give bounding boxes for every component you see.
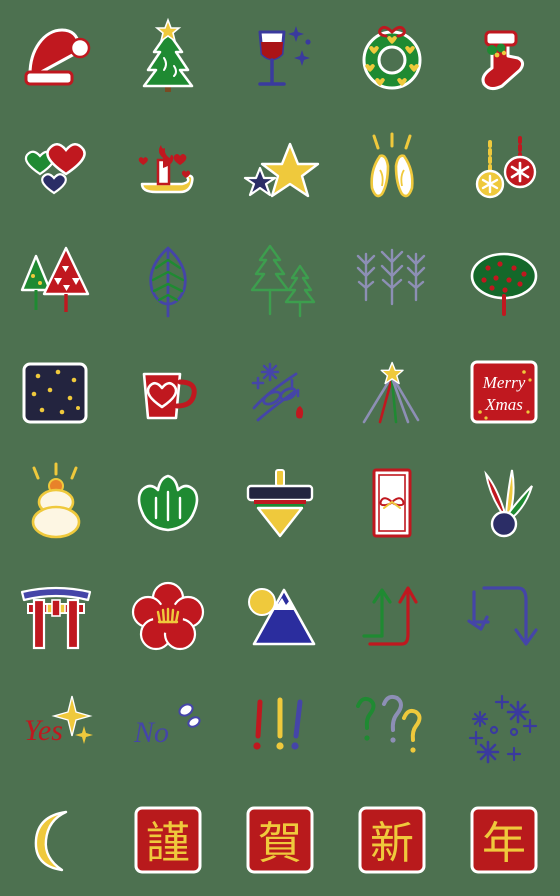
sticker-cell-christmas-tree[interactable]: Christmas tree with star <box>112 0 224 112</box>
sticker-cell-two-trees[interactable]: Green and red fir trees <box>0 224 112 336</box>
yes-label: Yes <box>24 714 63 747</box>
torii-gate-icon <box>20 586 92 650</box>
emoji-sticker-sheet: Santa hat Christmas tree with star Wine … <box>0 0 560 896</box>
pine-trees-icon <box>250 244 316 318</box>
sticker-cell-berry-tree[interactable]: Round tree with berries <box>448 224 560 336</box>
sticker-cell-question-marks[interactable]: Three question marks <box>336 672 448 784</box>
exclamation-marks-icon <box>253 697 303 750</box>
sticker-cell-down-arrows[interactable]: Two downward arrows <box>448 560 560 672</box>
hagoita-shuttlecock-icon <box>484 469 533 538</box>
card-line2: Xmas <box>484 395 523 414</box>
sticker-cell-merry-xmas-card[interactable]: Merry Xmas card Merry Xmas <box>448 336 560 448</box>
wine-glass-icon <box>258 26 311 86</box>
sticker-cell-crescent-moon[interactable]: Crescent moon <box>0 784 112 896</box>
sticker-cell-bare-trees[interactable]: Three bare trees <box>336 224 448 336</box>
sticker-cell-shooting-star[interactable]: Shooting star comet <box>224 336 336 448</box>
question-marks-icon <box>356 694 422 753</box>
card-line1: Merry <box>482 373 526 392</box>
sticker-cell-leaf-tree[interactable]: Leaf outline tree <box>112 224 224 336</box>
sticker-cell-night-sky[interactable]: Starry night square <box>0 336 112 448</box>
sticker-cell-line-tree[interactable]: Line art tree with star <box>336 336 448 448</box>
sticker-cell-spinning-top[interactable]: Spinning top koma <box>224 448 336 560</box>
sticker-cell-otoshidama-envelope[interactable]: New Year money envelope <box>336 448 448 560</box>
angel-wings-icon <box>370 132 414 198</box>
sticker-cell-stamp-nen[interactable]: Kanji stamp nen 年 <box>448 784 560 896</box>
sticker-cell-stocking[interactable]: Christmas stocking <box>448 0 560 112</box>
down-arrows-icon <box>467 586 538 646</box>
hearts-icon <box>24 143 86 195</box>
sticker-cell-no-text[interactable]: No with sweat drops No <box>112 672 224 784</box>
sticker-cell-exclamation-marks[interactable]: Three exclamation marks <box>224 672 336 784</box>
stamp-ga-icon: 賀 <box>246 806 314 874</box>
sticker-cell-plum-blossom[interactable]: Red plum blossom <box>112 560 224 672</box>
stars-icon <box>243 142 320 198</box>
pine-sprig-icon <box>137 474 199 532</box>
sticker-cell-hagoita-shuttlecock[interactable]: Hanetsuki shuttlecock <box>448 448 560 560</box>
sticker-cell-santa-hat[interactable]: Santa hat <box>0 0 112 112</box>
stamp-char: 新 <box>370 818 414 869</box>
stocking-icon <box>481 30 525 91</box>
crescent-moon-icon <box>34 810 68 872</box>
sticker-cell-yes-text[interactable]: Yes with sparkles Yes <box>0 672 112 784</box>
kagami-mochi-icon <box>31 462 81 539</box>
sticker-cell-kagami-mochi[interactable]: Kagami mochi rice cake <box>0 448 112 560</box>
stamp-char: 賀 <box>258 818 302 869</box>
bare-trees-icon <box>356 248 426 306</box>
no-label: No <box>133 716 169 749</box>
sticker-cell-stars[interactable]: Gold and navy stars <box>224 112 336 224</box>
sticker-cell-stamp-kin[interactable]: Kanji stamp kin 謹 <box>112 784 224 896</box>
stamp-char: 謹 <box>146 818 190 869</box>
line-tree-icon <box>362 361 420 424</box>
leaf-tree-icon <box>149 246 187 318</box>
up-arrows-icon <box>362 586 418 646</box>
spinning-top-icon <box>246 469 314 538</box>
christmas-tree-icon <box>142 17 194 92</box>
otoshidama-envelope-icon <box>372 468 412 538</box>
stamp-char: 年 <box>482 818 526 869</box>
sticker-cell-hearts[interactable]: Three hearts <box>0 112 112 224</box>
two-trees-icon <box>20 246 90 312</box>
wreath-icon <box>362 25 422 90</box>
sticker-cell-pine-trees[interactable]: Two pine trees outline <box>224 224 336 336</box>
sticker-cell-angel-wings[interactable]: Angel wings <box>336 112 448 224</box>
stamp-shin-icon: 新 <box>358 806 426 874</box>
shooting-star-icon <box>251 362 304 422</box>
no-text-icon: No <box>133 703 201 749</box>
heart-mug-icon <box>142 372 197 420</box>
sticker-cell-up-arrows[interactable]: Two upward arrows <box>336 560 448 672</box>
sticker-cell-mount-fuji[interactable]: Mount Fuji with sun <box>224 560 336 672</box>
berry-tree-icon <box>470 252 538 316</box>
sticker-cell-torii-gate[interactable]: Torii gate <box>0 560 112 672</box>
yes-text-icon: Yes <box>24 695 93 747</box>
sticker-cell-wreath[interactable]: Wreath with red bow <box>336 0 448 112</box>
sticker-cell-heart-mug[interactable]: Red mug with heart <box>112 336 224 448</box>
santa-hat-icon <box>24 28 91 86</box>
plum-blossom-icon <box>131 581 205 651</box>
mount-fuji-icon <box>248 588 316 646</box>
snowflakes-icon <box>468 694 538 764</box>
sticker-cell-snowflakes[interactable]: Blue snowflakes <box>448 672 560 784</box>
candle-icon <box>138 145 194 194</box>
sticker-cell-stamp-shin[interactable]: Kanji stamp shin 新 <box>336 784 448 896</box>
sticker-cell-ornaments[interactable]: Hanging ornaments <box>448 112 560 224</box>
ornaments-icon <box>475 136 537 199</box>
merry-xmas-card-icon: Merry Xmas <box>470 360 538 424</box>
stamp-nen-icon: 年 <box>470 806 538 874</box>
sticker-cell-pine-sprig[interactable]: Pine sprig <box>112 448 224 560</box>
sticker-cell-wine-glass[interactable]: Wine glass with sparkle <box>224 0 336 112</box>
night-sky-icon <box>22 362 88 424</box>
stamp-kin-icon: 謹 <box>134 806 202 874</box>
sticker-cell-stamp-ga[interactable]: Kanji stamp ga 賀 <box>224 784 336 896</box>
sticker-cell-candle[interactable]: Candle in holder <box>112 112 224 224</box>
